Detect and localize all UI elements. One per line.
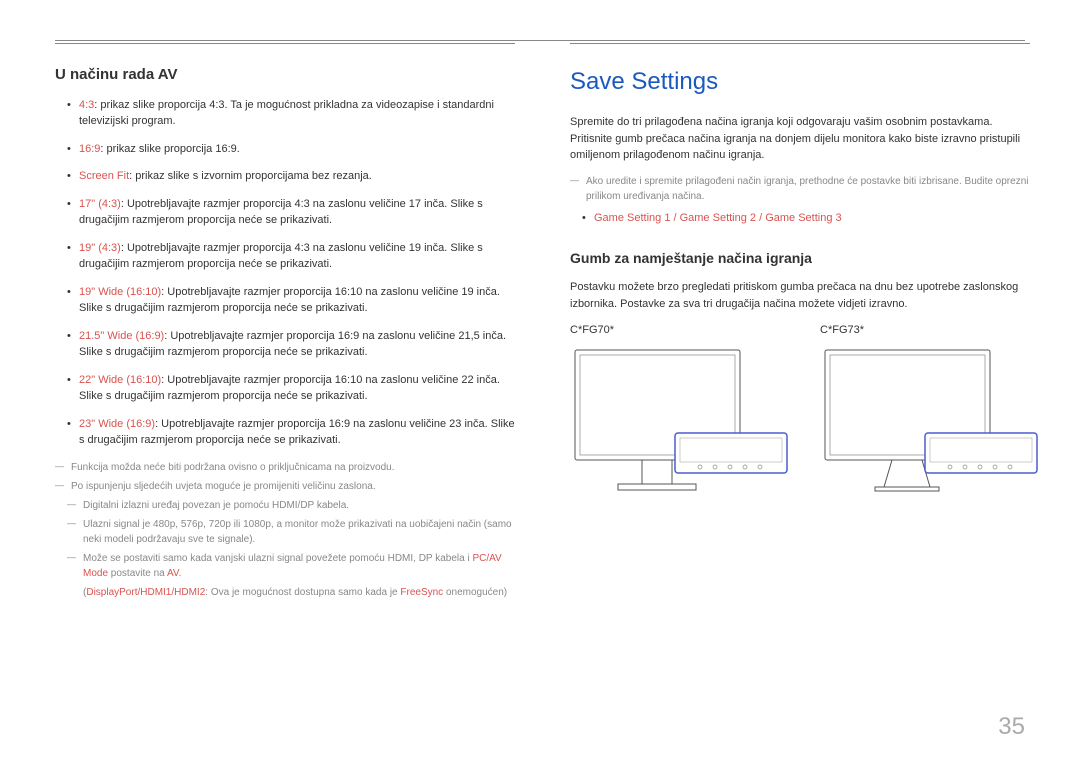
note-text: postavite na: [108, 568, 167, 579]
monitor-cfg73: C*FG73*: [820, 322, 1040, 520]
option-text: : prikaz slike proporcija 16:9.: [100, 143, 239, 155]
option-text: : Upotrebljavajte razmjer proporcija 4:3…: [79, 242, 483, 271]
note: Funkcija možda neće biti podržana ovisno…: [55, 460, 515, 475]
option-label: 22" Wide (16:10): [79, 374, 161, 386]
footnotes: Funkcija možda neće biti podržana ovisno…: [55, 460, 515, 600]
note-text: .: [179, 568, 182, 579]
list-item: 21.5" Wide (16:9): Upotrebljavajte razmj…: [67, 328, 515, 361]
game-settings-list: Game Setting 1 / Game Setting 2 / Game S…: [570, 210, 1030, 227]
page-columns: U načinu rada AV 4:3: prikaz slike propo…: [55, 40, 1025, 604]
monitor-illustration-icon: [820, 345, 1040, 515]
sub-note: Digitalni izlazni uređaj povezan je pomo…: [67, 498, 515, 513]
list-item: 19" (4:3): Upotrebljavajte razmjer propo…: [67, 240, 515, 273]
list-item: 17" (4:3): Upotrebljavajte razmjer propo…: [67, 196, 515, 229]
option-label: 4:3: [79, 99, 94, 111]
monitor-illustration-icon: [570, 345, 790, 515]
note-subline: (DisplayPort/HDMI1/HDMI2: Ova je mogućno…: [83, 585, 515, 600]
save-settings-note: Ako uredite i spremite prilagođeni način…: [570, 174, 1030, 204]
option-label: 16:9: [79, 143, 100, 155]
av-mode-list: 4:3: prikaz slike proporcija 4:3. Ta je …: [55, 97, 515, 449]
left-column: U načinu rada AV 4:3: prikaz slike propo…: [55, 43, 515, 604]
option-text: : prikaz slike proporcija 4:3. Ta je mog…: [79, 99, 494, 128]
monitor-label: C*FG73*: [820, 322, 1040, 339]
note-text: onemogućen): [443, 587, 507, 598]
note: Po ispunjenju sljedećih uvjeta moguće je…: [55, 479, 515, 494]
list-item: Game Setting 1 / Game Setting 2 / Game S…: [582, 210, 1030, 227]
option-label: 19" Wide (16:10): [79, 286, 161, 298]
sub-note: Može se postaviti samo kada vanjski ulaz…: [67, 551, 515, 600]
option-text: : Upotrebljavajte razmjer proporcija 4:3…: [79, 198, 483, 227]
game-mode-button-text: Postavku možete brzo pregledati pritisko…: [570, 279, 1030, 312]
monitor-cfg70: C*FG70*: [570, 322, 790, 520]
list-item: 22" Wide (16:10): Upotrebljavajte razmje…: [67, 372, 515, 405]
list-item: Screen Fit: prikaz slike s izvornim prop…: [67, 168, 515, 185]
option-label: 21.5" Wide (16:9): [79, 330, 164, 342]
sub-note: Ulazni signal je 480p, 576p, 720p ili 10…: [67, 517, 515, 547]
game-settings-options: Game Setting 1 / Game Setting 2 / Game S…: [594, 212, 842, 224]
note: Ako uredite i spremite prilagođeni način…: [570, 174, 1030, 204]
save-settings-heading: Save Settings: [570, 64, 1030, 100]
save-settings-intro: Spremite do tri prilagođena načina igran…: [570, 114, 1030, 164]
note-highlight: DisplayPort/HDMI1/HDMI2: [86, 587, 205, 598]
list-item: 4:3: prikaz slike proporcija 4:3. Ta je …: [67, 97, 515, 130]
monitor-diagrams: C*FG70* C*FG73*: [570, 322, 1030, 520]
option-label: 17" (4:3): [79, 198, 121, 210]
note-highlight: FreeSync: [400, 587, 443, 598]
list-item: 16:9: prikaz slike proporcija 16:9.: [67, 141, 515, 158]
note-highlight: AV: [167, 568, 179, 579]
option-label: 23" Wide (16:9): [79, 418, 155, 430]
av-mode-heading: U načinu rada AV: [55, 64, 515, 87]
right-column: Save Settings Spremite do tri prilagođen…: [570, 43, 1030, 604]
option-text: : prikaz slike s izvornim proporcijama b…: [129, 170, 372, 182]
game-mode-button-heading: Gumb za namještanje načina igranja: [570, 248, 1030, 269]
page-number: 35: [998, 709, 1025, 745]
list-item: 19" Wide (16:10): Upotrebljavajte razmje…: [67, 284, 515, 317]
option-label: Screen Fit: [79, 170, 129, 182]
monitor-label: C*FG70*: [570, 322, 790, 339]
note-text: : Ova je mogućnost dostupna samo kada je: [205, 587, 400, 598]
option-label: 19" (4:3): [79, 242, 121, 254]
note-text: Može se postaviti samo kada vanjski ulaz…: [83, 553, 472, 564]
list-item: 23" Wide (16:9): Upotrebljavajte razmjer…: [67, 416, 515, 449]
